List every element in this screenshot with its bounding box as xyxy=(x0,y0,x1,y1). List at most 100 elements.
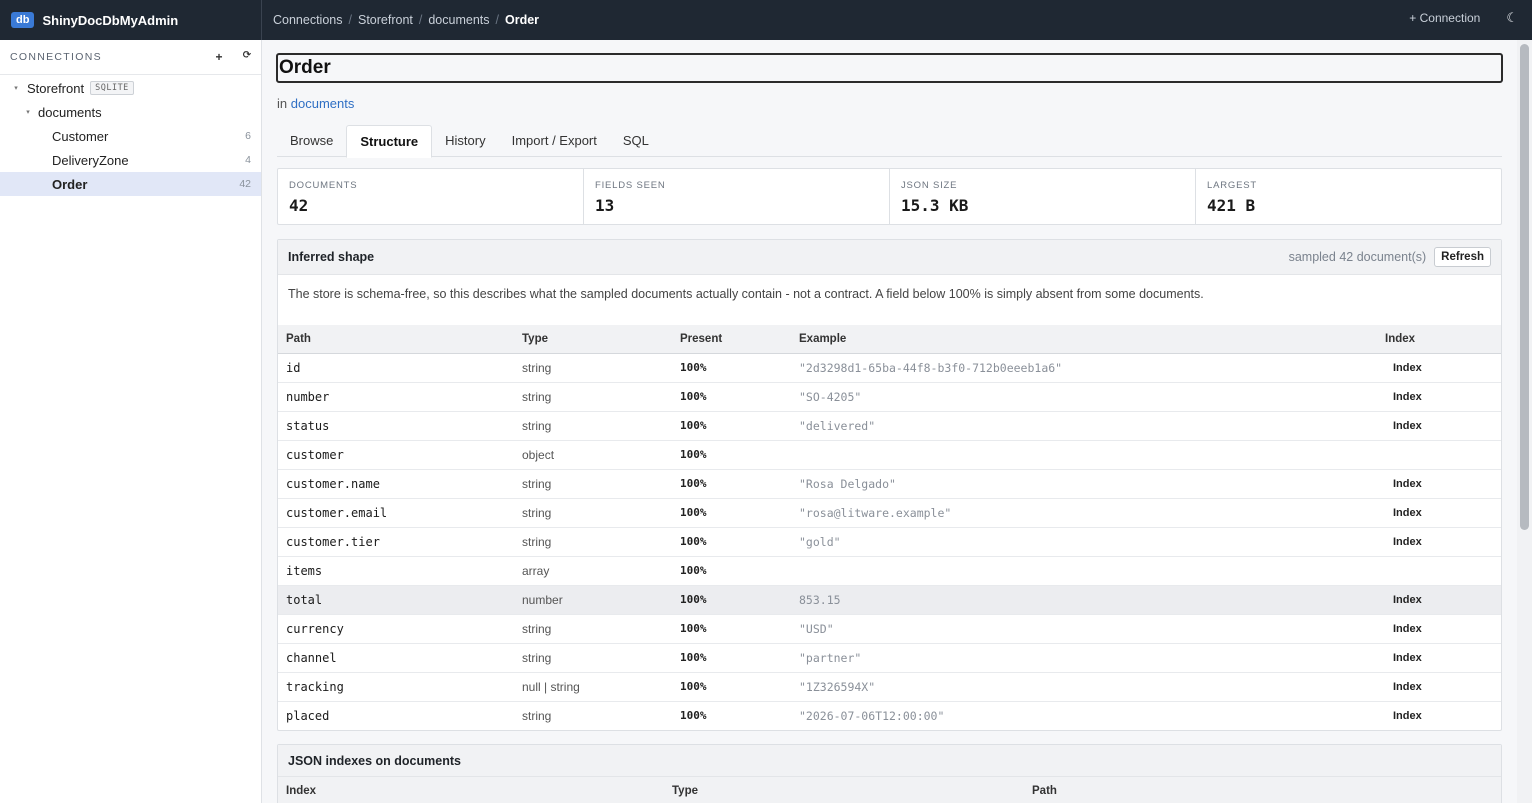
table-row: tracking null | string 100% "1Z326594X" Inde… xyxy=(278,672,1501,702)
index-button[interactable]: Index xyxy=(1377,585,1501,615)
stat-label: DOCUMENTS xyxy=(289,180,358,191)
stat-label: JSON SIZE xyxy=(901,180,958,191)
example-cell: "2d3298d1-65ba-44f8-b3f0-712b0eeeb1a6" xyxy=(791,353,1377,383)
tree-collection-deliveryzone[interactable]: DeliveryZone 4 xyxy=(0,148,261,172)
example-cell xyxy=(791,440,1377,470)
column-header-example: Example xyxy=(791,325,1377,354)
path-cell: number xyxy=(278,382,514,412)
connection-label: Storefront xyxy=(27,80,85,96)
top-actions: + Connection ☾ xyxy=(1409,0,1518,36)
tree-connection-storefront[interactable]: ▾ Storefront SQLITE xyxy=(0,76,261,100)
table-row: customer.email string 100% "rosa@litware.ex… xyxy=(278,498,1501,528)
index-button[interactable]: Index xyxy=(1377,701,1501,730)
example-cell: "1Z326594X" xyxy=(791,672,1377,702)
tab-bar: Browse Structure History Import / Export… xyxy=(277,125,1502,158)
type-cell: string xyxy=(514,643,672,673)
refresh-icon[interactable]: ⟳ xyxy=(233,50,261,64)
path-cell: placed xyxy=(286,708,330,723)
present-cell: 100% xyxy=(672,469,791,499)
table-row: id string 100% "2d3298d1-65ba-44f8-b3f0-712… xyxy=(278,353,1501,383)
parent-folder-line: in documents xyxy=(277,96,354,111)
column-header-path: Path xyxy=(1032,785,1057,797)
breadcrumb: Connections / Storefront / documents / O… xyxy=(273,0,539,40)
index-button[interactable]: Index xyxy=(1377,614,1501,644)
tab-structure[interactable]: Structure xyxy=(346,125,433,158)
present-cell: 100% xyxy=(672,498,791,528)
path-cell: customer.name xyxy=(278,469,514,499)
collection-count: 42 xyxy=(239,178,251,190)
collection-count: 6 xyxy=(245,130,251,142)
present-cell: 100% xyxy=(680,709,707,723)
json-indexes-columns: Index Type Path xyxy=(278,777,1501,803)
type-cell: string xyxy=(514,498,672,528)
app-name: ShinyDocDbMyAdmin xyxy=(42,12,179,28)
index-button[interactable]: Index xyxy=(1377,643,1501,673)
example-cell: "gold" xyxy=(791,527,1377,557)
index-button[interactable]: Index xyxy=(1377,382,1501,412)
index-button[interactable]: Index xyxy=(1377,498,1501,528)
tree-folder-documents[interactable]: ▾ documents xyxy=(0,100,261,124)
present-cell: 100% xyxy=(672,382,791,412)
index-button[interactable]: Index xyxy=(1377,411,1501,441)
sidebar: CONNECTIONS + ⟳ ▾ Storefront SQLITE ▾ do… xyxy=(0,40,262,803)
stat-fields-seen: FIELDS SEEN 13 xyxy=(584,169,890,224)
main-scrollbar[interactable] xyxy=(1517,40,1532,803)
example-cell: "partner" xyxy=(791,643,1377,673)
parent-folder-link[interactable]: documents xyxy=(291,96,355,111)
index-button[interactable]: Index xyxy=(1377,527,1501,557)
stat-value: 42 xyxy=(289,196,309,215)
path-cell: total xyxy=(278,585,514,615)
type-cell: string xyxy=(514,411,672,441)
collection-title-input[interactable]: Order xyxy=(276,53,1503,83)
index-button xyxy=(1377,440,1501,470)
present-cell: 100% xyxy=(672,556,791,586)
type-cell: string xyxy=(514,614,672,644)
stat-value: 13 xyxy=(595,196,615,215)
scrollbar-thumb[interactable] xyxy=(1520,44,1529,530)
column-header-path: Path xyxy=(278,325,514,354)
example-cell: "USD" xyxy=(791,614,1377,644)
index-button[interactable]: Index xyxy=(1377,353,1501,383)
index-button[interactable]: Index xyxy=(1377,469,1501,499)
column-header-index: Index xyxy=(286,785,317,797)
path-cell: items xyxy=(278,556,514,586)
example-cell: 853.15 xyxy=(791,585,1377,615)
breadcrumb-separator: / xyxy=(418,13,423,27)
breadcrumb-storefront[interactable]: Storefront xyxy=(358,13,413,27)
collection-count: 4 xyxy=(245,154,251,166)
breadcrumb-documents[interactable]: documents xyxy=(428,13,489,27)
present-cell: 100% xyxy=(672,585,791,615)
tree-collection-order[interactable]: Order 42 xyxy=(0,172,261,196)
engine-badge: SQLITE xyxy=(90,81,134,95)
stat-largest: LARGEST 421 B xyxy=(1196,169,1501,224)
stat-documents: DOCUMENTS 42 xyxy=(278,169,584,224)
breadcrumb-connections[interactable]: Connections xyxy=(273,13,343,27)
type-cell: string xyxy=(514,353,672,383)
add-connection-button[interactable]: + Connection xyxy=(1409,11,1480,25)
present-cell: 100% xyxy=(672,614,791,644)
tab-sql[interactable]: SQL xyxy=(610,125,662,157)
index-button[interactable]: Index xyxy=(1377,672,1501,702)
path-cell: customer.tier xyxy=(278,527,514,557)
table-row: status string 100% "delivered" Index xyxy=(278,411,1501,441)
tab-history[interactable]: History xyxy=(432,125,498,157)
schema-note: The store is schema-free, so this descri… xyxy=(288,287,1204,301)
tab-browse[interactable]: Browse xyxy=(277,125,346,157)
table-row: customer.name string 100% "Rosa Delgado" Ind… xyxy=(278,469,1501,499)
type-cell: string xyxy=(522,708,552,723)
tree-collection-customer[interactable]: Customer 6 xyxy=(0,124,261,148)
example-cell: "2026-07-06T12:00:00" xyxy=(799,708,945,723)
table-row: customer.tier string 100% "gold" Index xyxy=(278,527,1501,557)
tab-import-export[interactable]: Import / Export xyxy=(499,125,610,157)
stats-panel: DOCUMENTS 42 FIELDS SEEN 13 JSON SIZE 15… xyxy=(277,168,1502,225)
table-row: number string 100% "SO-4205" Index xyxy=(278,382,1501,412)
path-cell: id xyxy=(278,353,514,383)
brand[interactable]: db ShinyDocDbMyAdmin xyxy=(0,0,262,40)
refresh-button[interactable]: Refresh xyxy=(1434,247,1491,267)
path-cell: customer.email xyxy=(278,498,514,528)
present-cell: 100% xyxy=(672,643,791,673)
moon-icon[interactable]: ☾ xyxy=(1506,10,1518,26)
in-prefix: in xyxy=(277,96,288,111)
add-connection-icon[interactable]: + xyxy=(205,50,233,64)
breadcrumb-separator: / xyxy=(495,13,499,27)
